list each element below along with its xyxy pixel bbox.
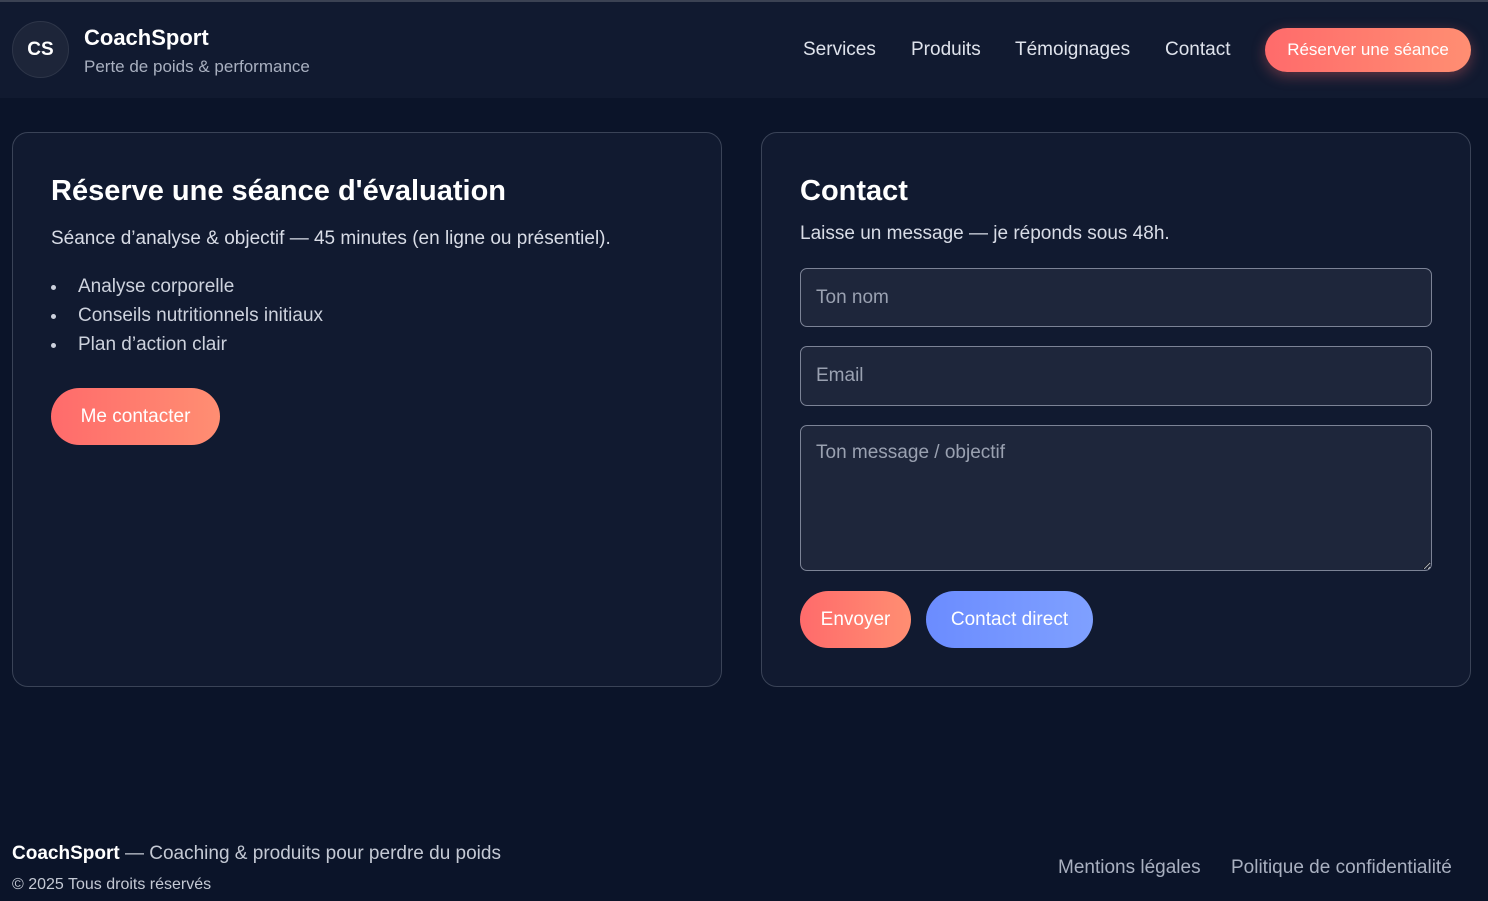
booking-card: Réserve une séance d'évaluation Séance d… [12,132,722,687]
list-item: Analyse corporelle [51,275,323,304]
brand-tagline: Perte de poids & performance [84,57,310,76]
brand-name[interactable]: CoachSport [84,25,209,51]
contact-card: Contact Laisse un message — je réponds s… [761,132,1471,687]
email-input[interactable] [800,346,1432,406]
footer-tagline-text: — Coaching & produits pour perdre du poi… [119,843,501,864]
send-button[interactable]: Envoyer [800,591,911,648]
logo-avatar[interactable]: CS [12,21,69,78]
nav-link-services[interactable]: Services [803,39,876,61]
booking-description: Séance d’analyse & objectif — 45 minutes… [51,228,611,249]
feature-list: Analyse corporelle Conseils nutritionnel… [51,275,323,362]
footer-brand: CoachSport [12,843,120,864]
list-item: Plan d’action clair [51,333,323,362]
nav-link-temoignages[interactable]: Témoignages [1015,39,1130,61]
direct-contact-button[interactable]: Contact direct [926,591,1093,648]
footer-copyright: © 2025 Tous droits réservés [12,876,212,893]
contact-me-button[interactable]: Me contacter [51,388,220,445]
nav-link-produits[interactable]: Produits [911,39,981,61]
booking-title: Réserve une séance d'évaluation [51,175,506,207]
reserve-session-button[interactable]: Réserver une séance [1265,28,1471,72]
footer-tagline: CoachSport — Coaching & produits pour pe… [12,843,501,865]
contact-description: Laisse un message — je réponds sous 48h. [800,223,1170,244]
list-item: Conseils nutritionnels initiaux [51,304,323,333]
contact-title: Contact [800,175,908,207]
message-textarea[interactable] [800,425,1432,571]
name-input[interactable] [800,268,1432,327]
site-header: CS CoachSport Perte de poids & performan… [0,2,1488,98]
legal-notice-link[interactable]: Mentions légales [1058,857,1201,879]
privacy-policy-link[interactable]: Politique de confidentialité [1231,857,1452,879]
nav-link-contact[interactable]: Contact [1165,39,1230,61]
